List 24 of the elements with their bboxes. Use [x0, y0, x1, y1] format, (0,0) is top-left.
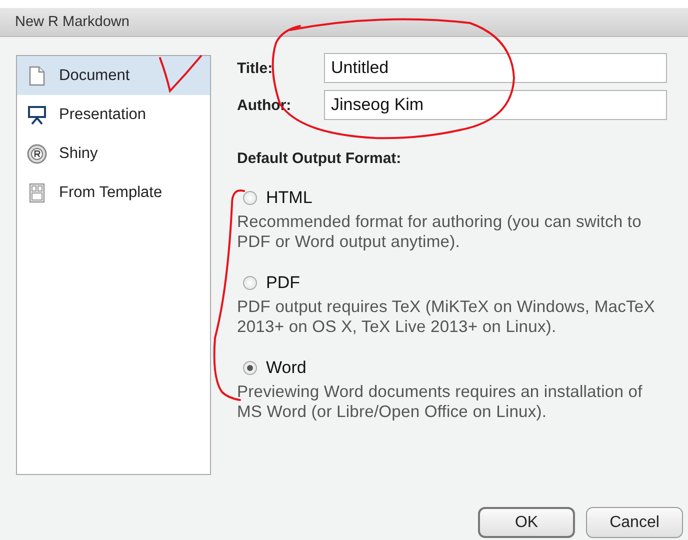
- document-icon: [28, 66, 46, 86]
- cancel-button[interactable]: Cancel: [586, 507, 683, 538]
- option-label: PDF: [266, 273, 300, 293]
- option-label: Word: [266, 358, 306, 378]
- sidebar-item[interactable]: From Template: [17, 173, 210, 212]
- option-description: Previewing Word documents requires an installation of MS Word (or Libre/Open Office on Linux).: [237, 382, 644, 422]
- sidebar-item[interactable]: Shiny: [17, 134, 210, 173]
- r-logo-icon: [27, 144, 47, 164]
- radio-button[interactable]: [243, 361, 257, 375]
- option-description: Recommended format for authoring (you can switch to PDF or Word output anytime).: [237, 212, 642, 252]
- check-mark: [159, 55, 202, 92]
- radio-button[interactable]: [243, 276, 257, 290]
- sidebar-item[interactable]: Document: [17, 56, 210, 95]
- radio-button[interactable]: [243, 191, 257, 205]
- input-field[interactable]: Untitled: [324, 53, 667, 83]
- option-description: PDF output requires TeX (MiKTeX on Windows, MacTeX 2013+ on OS X, TeX Live 2013+ on Linux).: [237, 297, 656, 337]
- window-title: New R Markdown: [0, 8, 688, 37]
- ok-button[interactable]: OK: [478, 507, 575, 538]
- template-icon: [29, 182, 45, 202]
- section-heading: Default Output Format:: [237, 150, 402, 167]
- field-label: Title:: [237, 60, 274, 76]
- input-field[interactable]: Jinseog Kim: [324, 90, 667, 120]
- option-label: HTML: [266, 188, 312, 208]
- sidebar-item[interactable]: Presentation: [17, 95, 210, 134]
